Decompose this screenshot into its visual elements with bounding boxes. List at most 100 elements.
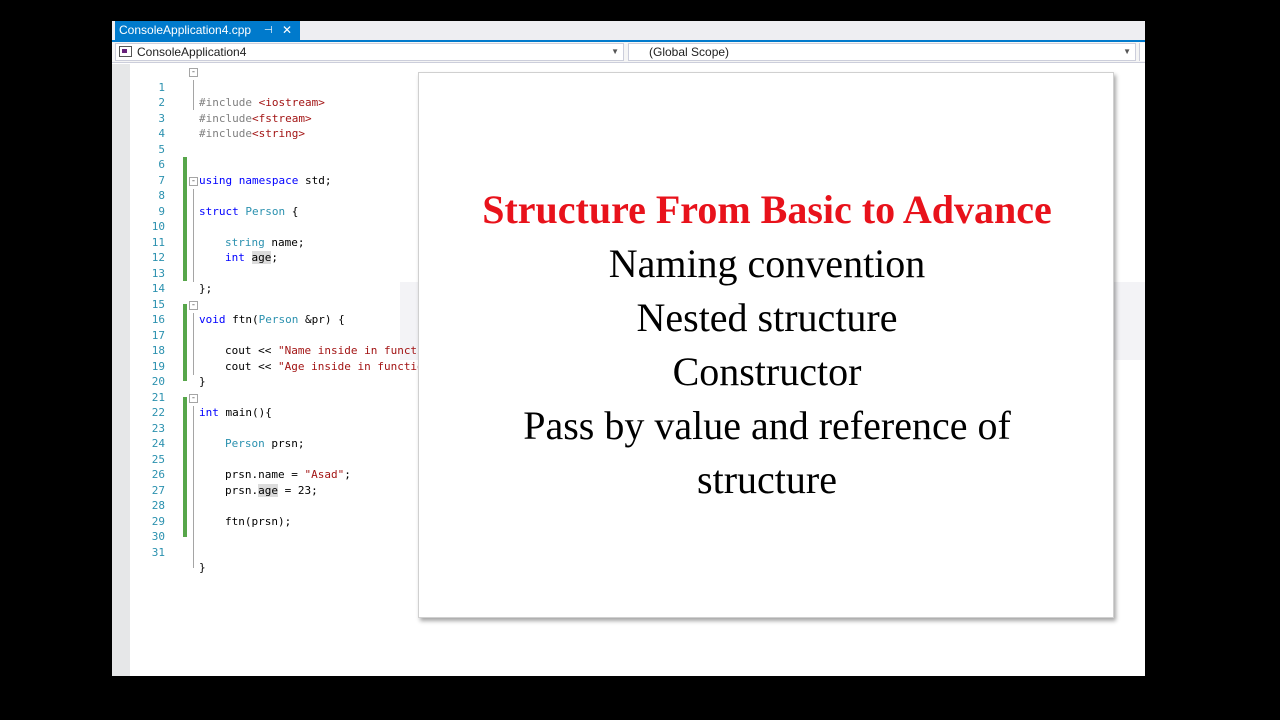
outline-guide — [193, 80, 194, 110]
type-name: Person — [258, 313, 299, 326]
keyword: using namespace — [199, 173, 299, 187]
collapse-icon[interactable]: - — [189, 68, 198, 77]
document-tab[interactable]: ConsoleApplication4.cpp ⊣ ✕ — [115, 21, 300, 40]
code-line: 30 — [130, 514, 170, 543]
code-line: 20 — [130, 359, 170, 388]
outline-guide — [193, 313, 194, 375]
keyword: void — [199, 313, 226, 326]
close-icon[interactable]: ✕ — [282, 21, 292, 40]
project-icon — [119, 46, 132, 57]
code-line: 19 } — [130, 343, 206, 389]
editor-margin — [112, 64, 130, 676]
code-text: prsn.name = — [225, 468, 305, 481]
preprocessor-directive: #include — [199, 127, 252, 140]
code-line: 25 prsn.name = "Asad"; — [130, 436, 351, 482]
code-line: 21 int main(){ — [130, 374, 272, 420]
slide-line: Constructor — [672, 349, 862, 394]
slide-line: structure — [697, 457, 837, 502]
code-line: 6 using namespace std; — [130, 142, 331, 187]
code-text: prsn. — [225, 483, 259, 497]
code-text: std; — [298, 173, 332, 187]
slide-line: Nested structure — [636, 295, 898, 340]
code-line: 28 ftn(prsn); — [130, 483, 291, 528]
string-literal: "Asad" — [304, 468, 345, 481]
code-line: 22 — [130, 390, 170, 419]
slide-overlay: Structure From Basic to Advance Naming c… — [418, 72, 1114, 618]
code-text: cout << — [225, 344, 278, 357]
code-line: 15 void ftn(Person &pr) { — [130, 281, 345, 327]
chevron-down-icon: ▼ — [611, 47, 619, 56]
type-name: string — [225, 235, 265, 249]
change-marker — [183, 397, 187, 537]
code-text: ; — [344, 468, 351, 481]
code-line: 5 — [130, 126, 170, 156]
outline-guide — [193, 406, 194, 568]
project-dropdown[interactable]: ConsoleApplication4 ▼ — [115, 43, 624, 61]
keyword: int — [199, 406, 219, 419]
code-line: 31 } — [130, 529, 206, 575]
code-text: main(){ — [218, 406, 272, 419]
string-literal: "Name inside in functi — [277, 344, 424, 357]
preprocessor-directive: #include — [199, 96, 259, 109]
pin-icon[interactable]: ⊣ — [264, 21, 273, 40]
code-line: 7 — [130, 157, 170, 187]
collapse-icon[interactable]: - — [189, 394, 198, 403]
scope-dropdown[interactable]: (Global Scope) ▼ — [628, 43, 1136, 61]
scope-dropdown-label: (Global Scope) — [649, 45, 730, 59]
code-line: 12 — [130, 235, 170, 264]
highlighted-reference: age — [251, 251, 272, 264]
code-text: prsn; — [264, 437, 305, 450]
code-text: ftn( — [225, 313, 259, 326]
code-text: = 23; — [278, 483, 318, 497]
code-line: 24 — [130, 421, 170, 450]
code-line: 3 #include<string> — [130, 95, 305, 141]
outline-guide — [193, 189, 194, 282]
slide-line: Pass by value and reference of — [523, 403, 1011, 448]
code-line: 2 #include<fstream> — [130, 80, 311, 125]
include-header: <fstream> — [251, 111, 312, 125]
code-line: 13 }; — [130, 250, 213, 296]
code-line: 29 — [130, 498, 170, 528]
navigation-bar: ConsoleApplication4 ▼ (Global Scope) ▼ — [112, 42, 1145, 63]
code-line: 4 — [130, 111, 170, 140]
change-marker — [183, 157, 187, 281]
document-tab-strip: ConsoleApplication4.cpp ⊣ ✕ — [112, 21, 1145, 40]
preprocessor-directive: #include — [199, 111, 252, 125]
slide-content: Structure From Basic to Advance Naming c… — [419, 183, 1115, 507]
slide-line: Naming convention — [608, 241, 926, 286]
include-header: <iostream> — [258, 96, 325, 109]
code-line: 1 #include <iostream> — [130, 64, 324, 110]
tab-title: ConsoleApplication4.cpp — [119, 23, 252, 37]
type-name: Person — [225, 437, 265, 450]
include-header: <string> — [251, 127, 305, 140]
code-text: ; — [271, 251, 278, 264]
code-text: name; — [264, 235, 305, 249]
slide-title: Structure From Basic to Advance — [482, 187, 1052, 232]
chevron-down-icon: ▼ — [1123, 47, 1131, 56]
change-marker — [183, 304, 187, 381]
type-name: Person — [245, 204, 286, 218]
code-text: ftn(prsn); — [225, 514, 292, 528]
collapse-icon[interactable]: - — [189, 301, 198, 310]
code-line: 23 Person prsn; — [130, 405, 305, 451]
code-line: 8 struct Person { — [130, 173, 298, 218]
code-line: 14 — [130, 266, 170, 295]
code-line: 26 prsn.age = 23; — [130, 452, 318, 497]
code-line: 9 — [130, 188, 170, 218]
code-line: 27 — [130, 467, 170, 497]
string-literal: "Age inside in functio — [277, 359, 424, 373]
code-text: cout << — [225, 359, 278, 373]
code-line: 18 cout << "Age inside in functio — [130, 328, 424, 373]
code-line: 11 int age; — [130, 219, 278, 264]
line-number: 31 — [151, 545, 165, 559]
code-line: 16 — [130, 297, 170, 326]
split-editor-button[interactable] — [1139, 43, 1145, 61]
code-line: 17 cout << "Name inside in functi — [130, 312, 424, 358]
keyword: int — [225, 251, 245, 264]
project-dropdown-label: ConsoleApplication4 — [137, 45, 247, 59]
code-text: &pr) { — [298, 313, 345, 326]
highlighted-reference: age — [258, 483, 278, 497]
code-line: 10 string name; — [130, 204, 305, 249]
collapse-icon[interactable]: - — [189, 177, 198, 186]
code-text: }; — [199, 282, 213, 295]
